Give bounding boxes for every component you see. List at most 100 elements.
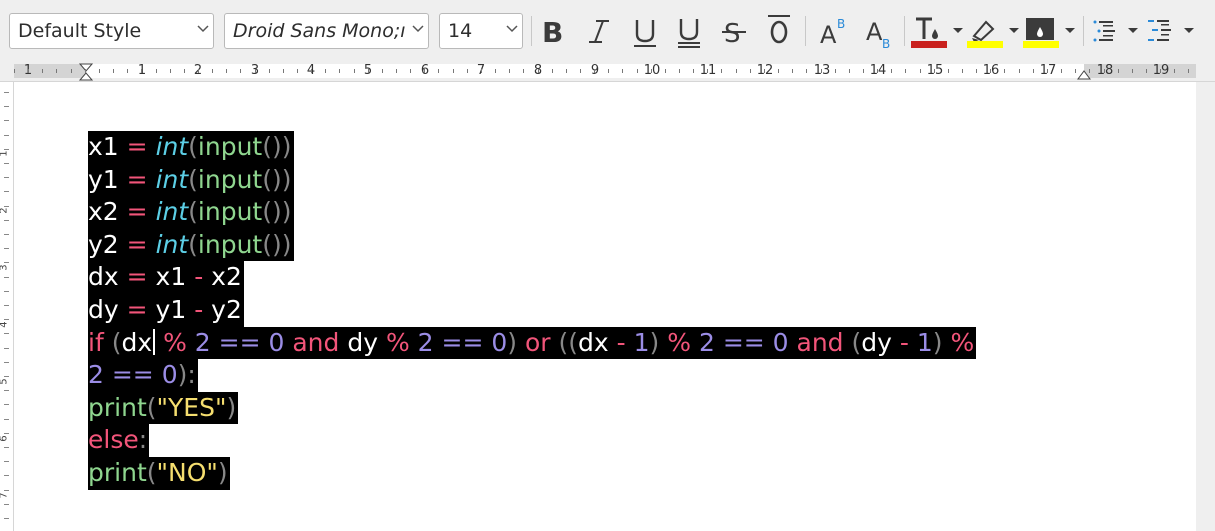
paragraph-style-combo[interactable]: Default Style [9,13,214,49]
formatting-toolbar: Default Style Droid Sans Mono;ı 14 B S A… [0,0,1215,61]
underline-button[interactable] [630,12,660,50]
ruler-tick [141,69,142,73]
char-background-button[interactable] [1022,12,1062,50]
code-line[interactable]: print("NO") [88,456,976,490]
ruler-tick [156,69,157,73]
bold-button[interactable]: B [538,12,570,50]
vertical-ruler-tick [4,248,9,249]
ruler-tick [325,69,326,73]
code-line[interactable]: 2 == 0): [88,359,976,392]
code-token: ()) [262,164,292,194]
code-token: "NO" [156,457,218,487]
italic-icon [589,20,609,43]
svg-text:A: A [866,18,883,46]
code-line[interactable]: print("YES") [88,391,976,425]
vertical-ruler-number: 5 [0,378,10,384]
code-line[interactable]: y1 = int(input()) [88,163,976,197]
code-line[interactable]: else: [88,424,976,457]
vertical-ruler-tick [4,504,9,505]
subscript-button[interactable]: AB [864,12,896,51]
code-line[interactable]: dy = y1 - y2 [88,293,976,327]
code-token: and [796,327,844,357]
ruler-tick [1047,69,1048,73]
selection-highlight: print("NO") [88,456,230,490]
font-size-combo[interactable]: 14 [439,13,523,49]
ruler-tick [594,69,595,73]
font-color-button[interactable] [910,12,950,50]
double-underline-button[interactable] [674,12,704,50]
code-token: y1 [88,164,127,194]
highlight-button[interactable] [966,12,1006,50]
superscript-button[interactable]: AB [818,12,850,50]
ruler-tick [523,69,524,73]
code-line[interactable]: dx = x1 - x2 [88,261,976,294]
code-line[interactable]: y2 = int(input()) [88,228,976,262]
highlighter-icon [967,20,1003,48]
ruler-tick [113,69,114,73]
code-token: y2 [88,229,127,259]
ruler-tick [962,69,963,73]
code-token: % [155,327,187,357]
ruler-tick [240,69,241,73]
code-token: : [138,425,148,455]
selection-highlight: dy = y1 - y2 [88,293,244,327]
code-token: 2 == 0 [691,327,797,357]
ruler-tick [1132,69,1133,73]
ruler-tick [226,69,227,73]
vertical-ruler-number: 3 [0,264,10,270]
overline-button[interactable] [764,12,794,50]
numbered-list-button[interactable] [1146,12,1178,50]
selection-highlight: print("YES") [88,391,239,425]
bullet-list-dropdown[interactable] [1126,12,1140,50]
code-line[interactable]: x1 = int(input()) [88,131,976,164]
code-token: ( [188,132,198,161]
vertical-ruler[interactable]: 1 2 3 4 5 6 7 [0,82,14,531]
code-line[interactable]: x2 = int(input()) [88,196,976,229]
ruler-tick [339,69,340,73]
code-token: x2 [203,262,242,292]
code-token: ( [188,197,198,227]
code-line[interactable]: if (dx % 2 == 0 and dy % 2 == 0) or ((dx… [88,326,977,360]
ruler-tick [1104,69,1105,73]
ruler-tick [127,69,128,73]
document-body[interactable]: x1 = int(input()) y1 = int(input()) x2 = i… [88,131,977,490]
vertical-ruler-tick [4,234,9,235]
code-token: dx [88,262,127,292]
ruler-tick [566,69,567,73]
ruler-tick [1004,69,1005,73]
code-token: int [155,229,189,259]
char-background-dropdown[interactable] [1063,12,1077,50]
ruler-tick [368,69,369,73]
ruler-tick [778,69,779,73]
vertical-ruler-tick [4,376,9,377]
code-token: = [126,197,148,227]
vertical-ruler-tick [4,490,9,491]
vertical-ruler-number: 2 [0,207,10,213]
ruler-number: 16 [982,63,1000,78]
bullet-list-button[interactable] [1090,12,1122,50]
ruler-tick [665,69,666,73]
ruler-number: 1 [137,63,147,78]
numbered-list-dropdown[interactable] [1182,12,1196,50]
highlight-dropdown[interactable] [1007,12,1021,50]
indent-marker-icon[interactable] [79,63,93,81]
toolbar-separator [904,16,905,46]
vertical-ruler-tick [4,149,9,150]
ruler-tick [990,69,991,73]
selection-highlight: x2 = int(input()) [88,196,294,229]
vertical-ruler-tick [4,163,9,164]
code-token: ) [217,457,228,487]
font-color-dropdown[interactable] [951,12,965,50]
ruler-number: 10 [643,63,661,78]
subscript-icon: AB [866,18,890,51]
ruler-tick [877,69,878,73]
svg-text:B: B [882,37,890,50]
ruler-tick [622,69,623,73]
font-name-combo[interactable]: Droid Sans Mono;ı [224,13,429,49]
code-token: ( [146,457,157,487]
ruler-tick [806,69,807,73]
strikethrough-button[interactable]: S [719,12,749,50]
italic-button[interactable] [584,12,614,50]
horizontal-ruler[interactable]: 112345678910111213141516171819 [14,63,1196,81]
